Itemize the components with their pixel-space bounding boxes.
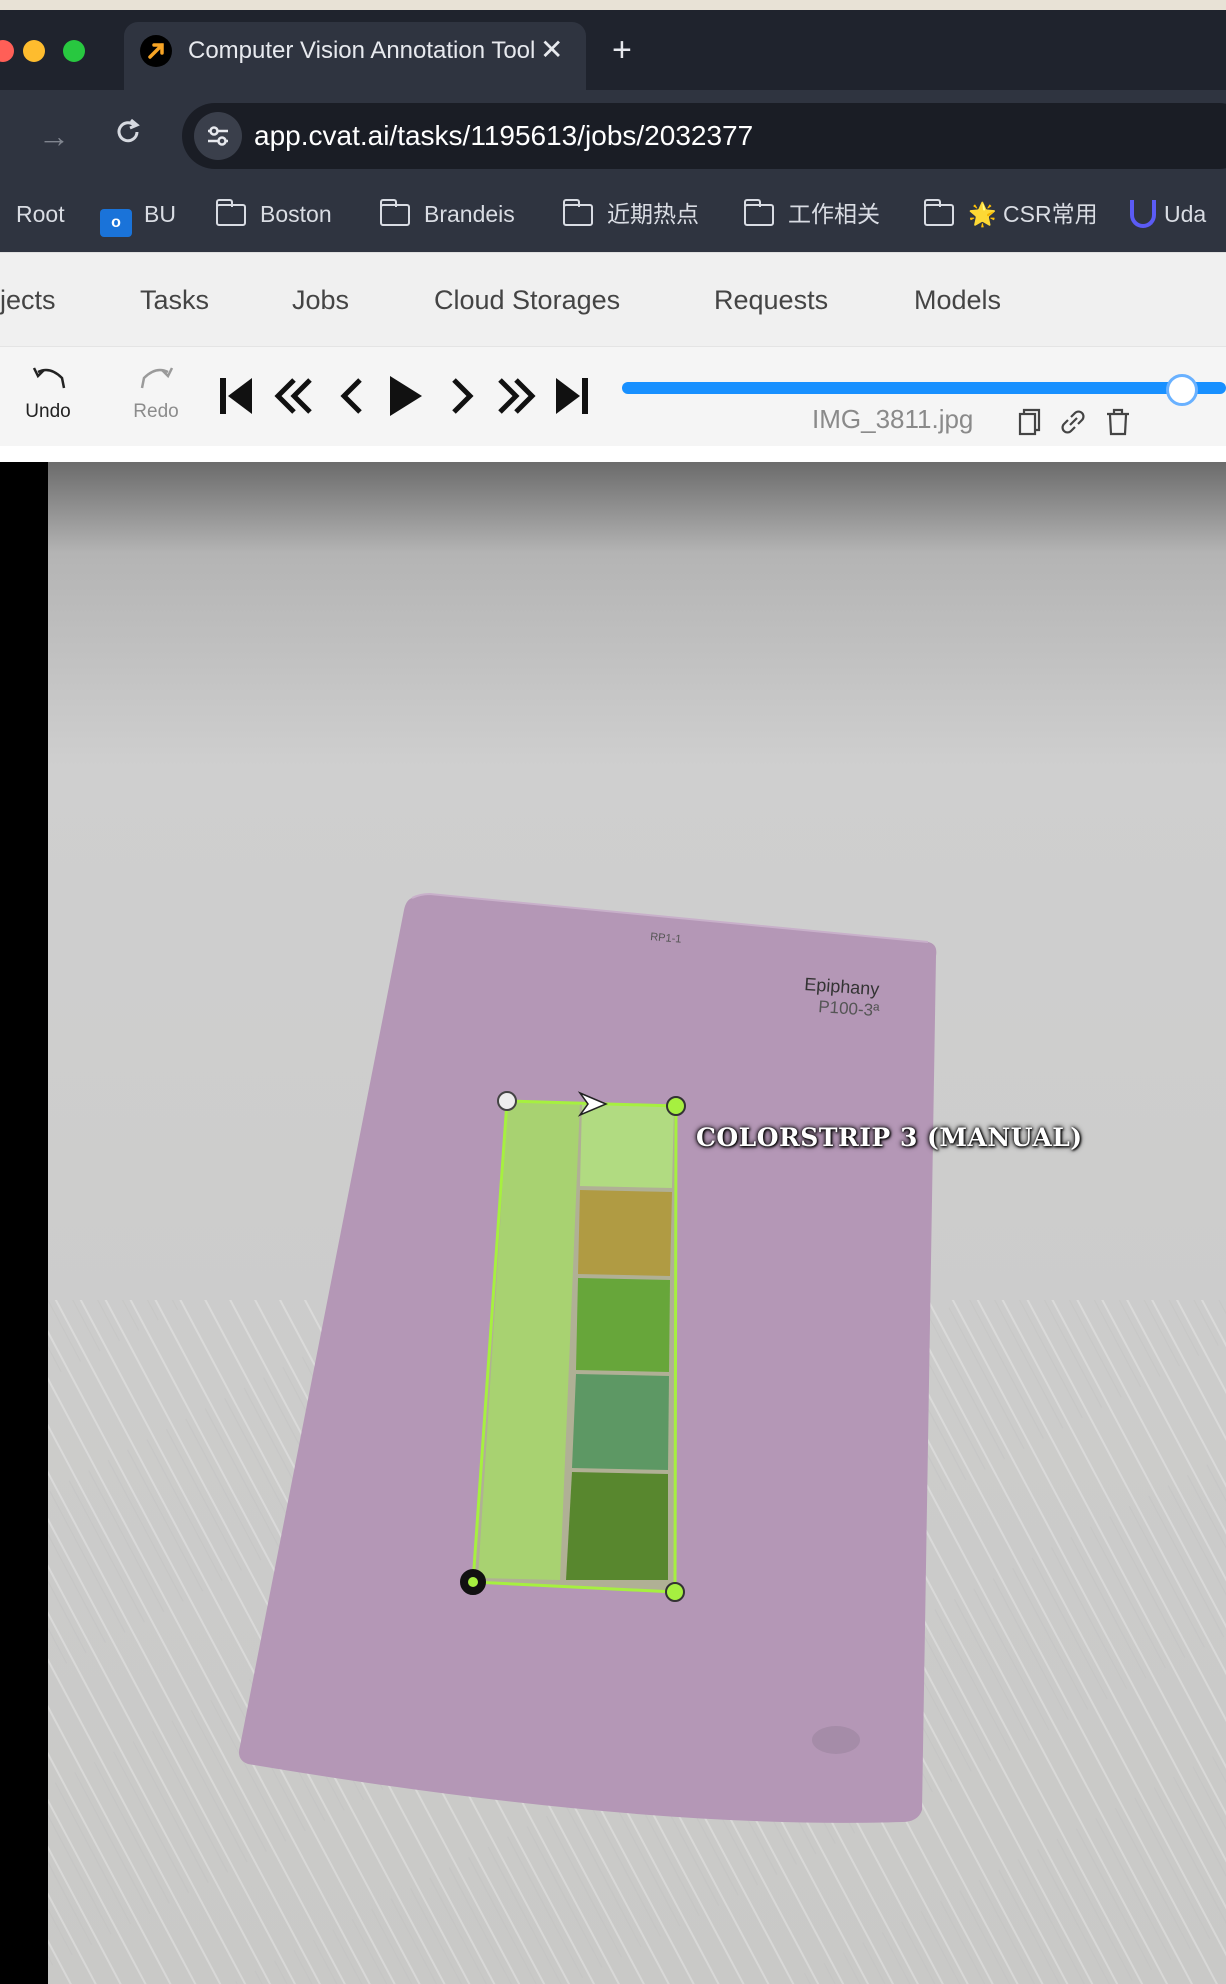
nav-jobs[interactable]: Jobs xyxy=(292,280,349,320)
polygon-vertex-start[interactable] xyxy=(497,1091,517,1111)
site-settings-icon[interactable] xyxy=(194,112,242,160)
toolbar-divider xyxy=(0,446,1226,462)
next-frame-icon[interactable] xyxy=(440,370,484,422)
bookmark-folder-csr[interactable]: 🌟 CSR常用 xyxy=(924,194,1098,234)
undo-icon xyxy=(32,367,66,389)
bookmark-label: 🌟 CSR常用 xyxy=(968,201,1098,227)
tab-title: Computer Vision Annotation Tool xyxy=(188,37,536,64)
redo-label: Redo xyxy=(133,401,179,422)
bookmark-udacity[interactable]: Uda xyxy=(1130,194,1206,234)
card-logo xyxy=(812,1726,860,1754)
redo-button[interactable]: Redo xyxy=(126,362,186,432)
annotation-polygon[interactable] xyxy=(471,1099,678,1594)
bookmark-folder-brandeis[interactable]: Brandeis xyxy=(380,194,515,234)
nav-tasks[interactable]: Tasks xyxy=(140,280,209,320)
canvas-image: RP1-1 Epiphany P100-3ª xyxy=(48,462,1226,1984)
window-minimize-button[interactable] xyxy=(23,40,45,62)
nav-cloud-storages[interactable]: Cloud Storages xyxy=(434,280,620,320)
bookmark-label: Uda xyxy=(1164,201,1207,227)
screen-top-strip xyxy=(0,0,1226,10)
folder-icon xyxy=(744,199,774,226)
last-frame-icon[interactable] xyxy=(550,370,594,422)
nav-projects[interactable]: jects xyxy=(0,280,56,320)
outlook-icon: o xyxy=(100,209,132,237)
frame-slider[interactable] xyxy=(622,382,1226,394)
annotation-label: COLORSTRIP 3 (MANUAL) xyxy=(696,1123,1083,1152)
delete-frame-icon[interactable] xyxy=(1103,406,1133,438)
redo-icon xyxy=(140,367,174,389)
polygon-vertex-selected-core xyxy=(468,1577,478,1587)
folder-icon xyxy=(216,199,246,226)
cvat-favicon-icon xyxy=(140,35,172,67)
bookmark-label: BU xyxy=(144,201,176,227)
fast-backward-icon[interactable] xyxy=(272,370,316,422)
bookmark-label: Root xyxy=(16,201,65,227)
fast-forward-icon[interactable] xyxy=(494,370,538,422)
reload-icon[interactable] xyxy=(112,116,144,155)
nav-requests[interactable]: Requests xyxy=(714,280,828,320)
bookmark-root[interactable]: Root xyxy=(16,194,65,234)
url-text[interactable]: app.cvat.ai/tasks/1195613/jobs/2032377 xyxy=(254,117,753,155)
bookmark-label: Brandeis xyxy=(424,201,515,227)
frame-filename: IMG_3811.jpg xyxy=(812,404,974,434)
polygon-vertex[interactable] xyxy=(665,1582,685,1602)
new-tab-button[interactable]: + xyxy=(612,30,632,70)
forward-icon[interactable]: → xyxy=(38,118,70,154)
tab-close-icon[interactable]: ✕ xyxy=(540,32,563,68)
bookmark-folder-boston[interactable]: Boston xyxy=(216,194,332,234)
undo-label: Undo xyxy=(25,401,71,422)
play-icon[interactable] xyxy=(384,370,428,422)
frame-slider-handle[interactable] xyxy=(1166,374,1198,406)
window-maximize-button[interactable] xyxy=(63,40,85,62)
bookmark-folder-work[interactable]: 工作相关 xyxy=(744,194,880,234)
bookmark-label: 工作相关 xyxy=(788,201,880,227)
bookmark-folder-hot-topics[interactable]: 近期热点 xyxy=(563,194,699,234)
copy-filename-icon[interactable] xyxy=(1014,406,1044,438)
nav-models[interactable]: Models xyxy=(914,280,1001,320)
first-frame-icon[interactable] xyxy=(214,370,258,422)
bookmark-label: Boston xyxy=(260,201,332,227)
folder-icon xyxy=(924,199,954,226)
folder-icon xyxy=(563,199,593,226)
link-icon[interactable] xyxy=(1058,406,1088,438)
bookmark-bu[interactable]: o BU xyxy=(100,194,176,237)
undo-button[interactable]: Undo xyxy=(18,362,78,432)
folder-icon xyxy=(380,199,410,226)
polygon-vertex[interactable] xyxy=(666,1096,686,1116)
magnet-icon xyxy=(1130,200,1156,228)
previous-frame-icon[interactable] xyxy=(330,370,374,422)
bookmark-label: 近期热点 xyxy=(607,201,699,227)
